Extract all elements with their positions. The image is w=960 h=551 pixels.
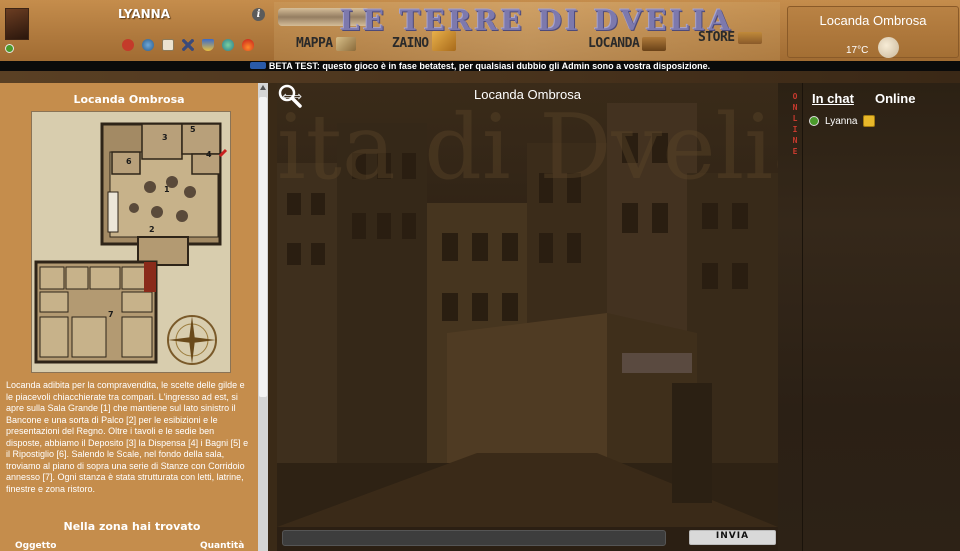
nav-store-label: STORE bbox=[698, 30, 735, 45]
map-label-7: 7 bbox=[108, 310, 114, 319]
nav-backpack-label: ZAINO bbox=[392, 36, 429, 51]
chat-input-row: INVIA bbox=[277, 527, 778, 551]
scroll-icon[interactable] bbox=[162, 39, 174, 51]
status-icon-bar bbox=[122, 39, 254, 51]
beta-notice-text: BETA TEST: questo gioco è in fase betate… bbox=[268, 61, 711, 71]
chat-scene[interactable]: ita di Dvelia ⟺ Locanda Ombrosa bbox=[277, 83, 778, 527]
location-title: Locanda Ombrosa bbox=[73, 93, 185, 106]
chat-location-title: Locanda Ombrosa bbox=[474, 87, 581, 102]
map-icon bbox=[335, 36, 356, 51]
map-label-4: 4 bbox=[206, 150, 212, 159]
player-panel: LYANNA i bbox=[0, 0, 270, 60]
user-role-badge-icon bbox=[863, 115, 876, 127]
scroll-up-arrow-icon[interactable] bbox=[260, 85, 266, 90]
top-header: LYANNA i LE TERRE DI DVELIA MAPPA ZAINO … bbox=[0, 0, 960, 62]
beta-notice-bar: BETA TEST: questo gioco è in fase betate… bbox=[0, 61, 960, 71]
gem-icon[interactable] bbox=[222, 39, 234, 51]
map-label-5: 5 bbox=[190, 125, 196, 134]
background-scene-strip bbox=[0, 71, 960, 83]
fire-icon[interactable] bbox=[242, 39, 254, 51]
game-title: LE TERRE DI DVELIA bbox=[340, 4, 734, 37]
map-label-3: 3 bbox=[162, 133, 168, 142]
nav-map[interactable]: MAPPA bbox=[296, 36, 356, 51]
new-badge-icon bbox=[249, 62, 266, 69]
vertical-tab-letter: E bbox=[792, 147, 798, 156]
online-status-icon bbox=[5, 44, 14, 53]
user-online-status-icon bbox=[809, 116, 819, 126]
vertical-tab-letter: N bbox=[792, 136, 798, 145]
location-panel-scrollbar[interactable] bbox=[258, 83, 268, 551]
cloudy-icon bbox=[878, 37, 899, 58]
location-weather-panel: Locanda Ombrosa 17°C bbox=[787, 6, 959, 58]
items-column-object: Oggetto bbox=[15, 541, 57, 551]
online-vertical-tab[interactable]: ONLINE bbox=[788, 91, 802, 157]
current-location-name: Locanda Ombrosa bbox=[819, 13, 927, 28]
nav-backpack[interactable]: ZAINO bbox=[392, 30, 456, 51]
location-description: Locanda adibita per la compravendita, le… bbox=[6, 380, 249, 494]
vertical-tab-letter: N bbox=[792, 103, 798, 112]
player-avatar[interactable] bbox=[5, 8, 29, 40]
info-icon[interactable]: i bbox=[252, 8, 265, 21]
nav-map-label: MAPPA bbox=[296, 36, 333, 51]
chat-user-name[interactable]: Lyanna bbox=[825, 116, 857, 127]
scroll-thumb[interactable] bbox=[259, 97, 267, 397]
chat-user-row[interactable]: Lyanna bbox=[809, 115, 876, 127]
nav-inn[interactable]: LOCANDA bbox=[588, 36, 667, 51]
map-label-1: 1 bbox=[164, 185, 170, 194]
tab-online[interactable]: Online bbox=[875, 91, 915, 106]
player-name: LYANNA bbox=[118, 7, 170, 21]
panel-divider bbox=[802, 83, 803, 551]
map-label-6: 6 bbox=[126, 157, 132, 166]
vertical-tab-letter: O bbox=[792, 92, 798, 101]
floor-map-drawing: 3 5 4 6 1 2 7 bbox=[32, 112, 230, 372]
vertical-tab-letter: L bbox=[792, 114, 798, 123]
vertical-tab-letter: I bbox=[792, 125, 798, 134]
city-background-illustration: ita di Dvelia bbox=[277, 95, 778, 527]
items-column-quantity: Quantità bbox=[200, 541, 245, 551]
nav-store[interactable]: STORE bbox=[698, 30, 762, 45]
items-found-title: Nella zona hai trovato bbox=[63, 520, 201, 533]
inn-floor-map[interactable]: 3 5 4 6 1 2 7 bbox=[31, 111, 231, 373]
map-label-2: 2 bbox=[149, 225, 155, 234]
lips-icon[interactable] bbox=[122, 39, 134, 51]
search-icon[interactable] bbox=[277, 83, 303, 109]
background-watermark: ita di Dvelia bbox=[277, 95, 778, 200]
chat-message-input[interactable] bbox=[282, 530, 666, 546]
shield-icon[interactable] bbox=[202, 39, 214, 51]
temperature: 17°C bbox=[846, 45, 869, 56]
nav-inn-label: LOCANDA bbox=[588, 36, 640, 51]
tab-in-chat[interactable]: In chat bbox=[812, 91, 854, 106]
cart-icon bbox=[737, 31, 762, 44]
globe-icon[interactable] bbox=[142, 39, 154, 51]
game-logo-banner: LE TERRE DI DVELIA MAPPA ZAINO LOCANDA S… bbox=[274, 2, 780, 60]
swords-icon[interactable] bbox=[182, 39, 194, 51]
chest-icon bbox=[642, 36, 667, 51]
send-button[interactable]: INVIA bbox=[689, 530, 776, 545]
online-users-panel: ONLINE In chat Online Lyanna bbox=[778, 83, 960, 551]
location-panel: Locanda Ombrosa 3 5 4 6 1 2 7 Locanda ad… bbox=[0, 83, 258, 551]
backpack-icon bbox=[431, 30, 456, 51]
